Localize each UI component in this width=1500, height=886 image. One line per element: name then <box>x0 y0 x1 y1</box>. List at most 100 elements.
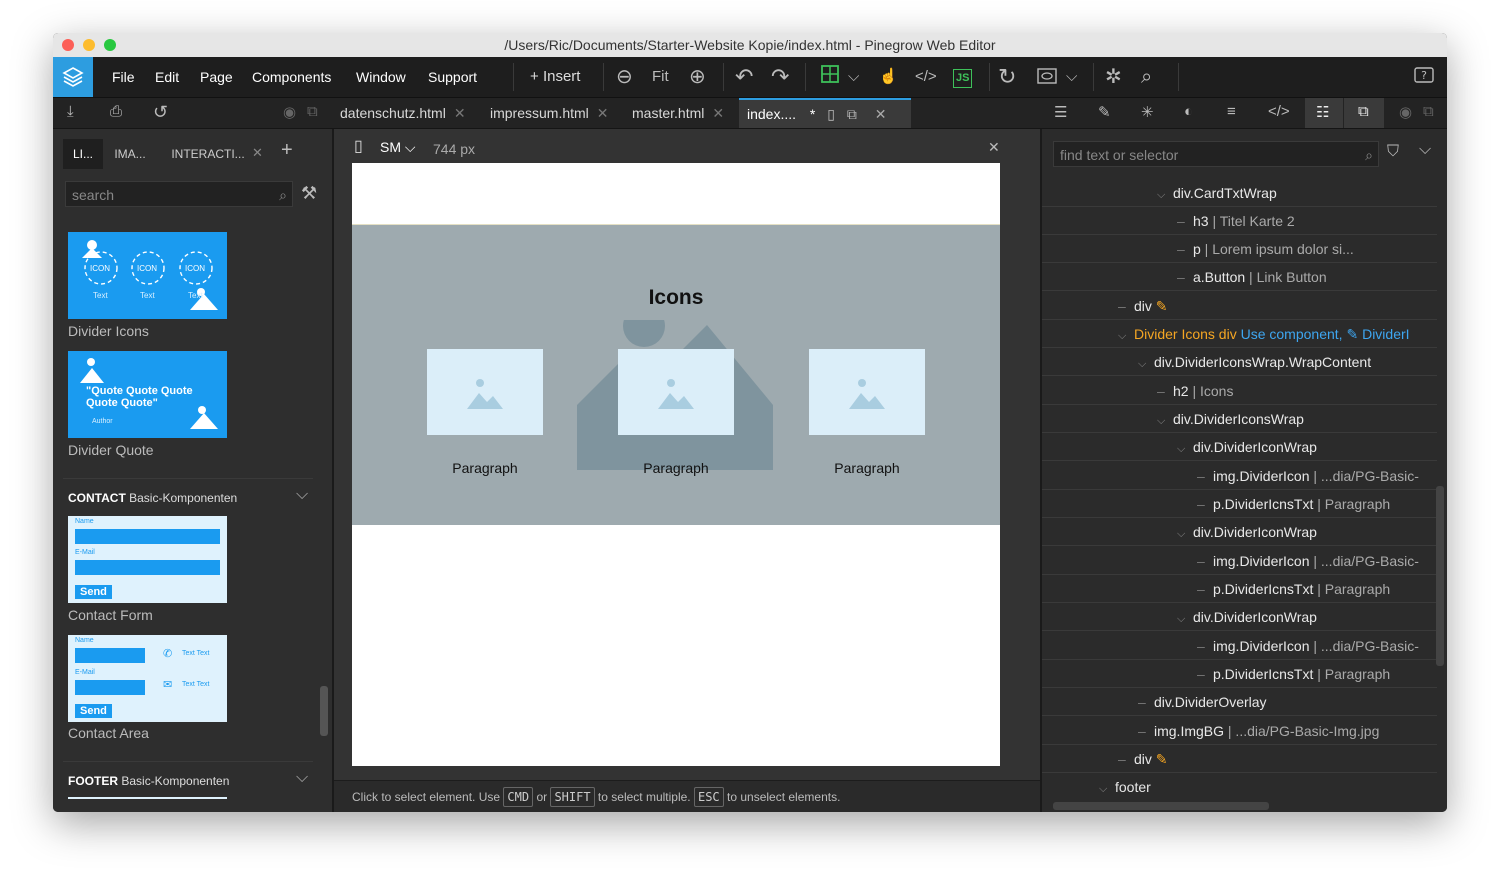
tree-node-component[interactable]: ⌵ Divider Icons div Use component, ✎ Divi… <box>1042 320 1437 348</box>
tree-node[interactable]: ⌵ div.DividerIconWrap <box>1042 518 1437 546</box>
tab-interactions[interactable]: INTERACTI... <box>163 139 253 169</box>
component-thumb-contact-form[interactable]: Name E-Mail Send <box>68 516 227 603</box>
section-header-footer[interactable]: FOOTER Basic-Komponenten <box>68 774 229 788</box>
icon-paragraph[interactable]: Paragraph <box>427 460 543 476</box>
filter-icon[interactable]: ⛉ <box>1387 143 1399 161</box>
tree-scrollbar-thumb[interactable] <box>1436 486 1444 666</box>
tab-master[interactable]: master.html ✕ <box>632 98 724 128</box>
palette-icon[interactable]: ◐ <box>1184 103 1193 120</box>
tree-node[interactable]: – h3 | Titel Karte 2 <box>1042 207 1437 235</box>
zoom-out-icon[interactable]: ⊖ <box>616 65 633 89</box>
close-tab-icon[interactable]: ✕ <box>875 106 887 122</box>
search-icon[interactable]: ⌕ <box>1141 65 1152 89</box>
close-tab-icon[interactable]: ✕ <box>454 105 466 121</box>
page-import-icon[interactable]: ⤓ <box>67 103 74 120</box>
tree-node[interactable]: ⌵ div.CardTxtWrap <box>1042 179 1437 207</box>
tree-horizontal-scrollbar[interactable] <box>1053 802 1269 810</box>
interaction-hand-icon[interactable]: ☝ <box>879 65 898 89</box>
tree-node[interactable]: ⌵ div.DividerIconsWrap.WrapContent <box>1042 348 1437 376</box>
icon-image-placeholder[interactable] <box>618 349 734 435</box>
undo-icon[interactable]: ↶ <box>735 65 753 89</box>
tree-node[interactable]: ⌵ footer <box>1042 773 1437 801</box>
tab-index[interactable]: index.... * ▯ ⧉ ✕ <box>739 98 911 128</box>
chevron-down-icon[interactable]: ⌵ <box>1066 65 1077 89</box>
tree-view-icon[interactable]: ☷ <box>1316 103 1329 121</box>
tree-search-input[interactable]: find text or selector ⌕ <box>1053 141 1379 167</box>
component-name-link[interactable]: DividerI <box>1362 326 1409 342</box>
help-icon[interactable]: ? <box>1413 65 1435 95</box>
settings-wheel-icon[interactable]: ✲ <box>1105 65 1122 89</box>
tools-icon[interactable]: ⚒ <box>301 183 317 204</box>
tree-node[interactable]: – img.DividerIcon | ...dia/PG-Basic- <box>1042 547 1437 575</box>
eye-icon[interactable]: ◉ <box>283 103 296 121</box>
menu-file[interactable]: File <box>112 57 135 97</box>
close-tab-icon[interactable]: ✕ <box>252 145 263 161</box>
edit-pencil-icon[interactable]: ✎ <box>1156 751 1168 767</box>
pinegrow-logo-icon[interactable] <box>53 57 93 97</box>
library-icon[interactable]: ⧉ <box>1358 103 1369 120</box>
reload-icon[interactable]: ↺ <box>153 102 168 123</box>
divider-icons-section[interactable]: Icons Paragraph Paragraph Paragraph <box>352 224 1000 525</box>
close-tab-icon[interactable]: ✕ <box>712 105 724 121</box>
icon-image-placeholder[interactable] <box>809 349 925 435</box>
tree-node[interactable]: – a.Button | Link Button <box>1042 263 1437 291</box>
tree-node[interactable]: – div.DividerOverlay <box>1042 688 1437 716</box>
tree-node[interactable]: – p.DividerIcnsTxt | Paragraph <box>1042 660 1437 688</box>
tab-images[interactable]: IMA... <box>106 139 154 169</box>
code-icon[interactable]: </> <box>915 65 937 89</box>
js-icon[interactable]: JS <box>953 65 973 89</box>
menu-page[interactable]: Page <box>200 57 233 97</box>
tree-node[interactable]: ⌵ div.DividerIconsWrap <box>1042 405 1437 433</box>
device-icon[interactable]: ▯ <box>827 106 835 122</box>
copy-icon[interactable]: ⧉ <box>1423 103 1434 120</box>
tree-node[interactable]: – img.DividerIcon | ...dia/PG-Basic- <box>1042 632 1437 660</box>
tree-node[interactable]: ⌵ div.DividerIconWrap <box>1042 433 1437 461</box>
code-view-icon[interactable]: </> <box>1268 103 1290 120</box>
tree-node[interactable]: – p.DividerIcnsTxt | Paragraph <box>1042 575 1437 603</box>
minimize-window-button[interactable] <box>83 39 95 51</box>
component-thumb-contact-area[interactable]: Name E-Mail Send ✆ Text Text ✉ Text Text <box>68 635 227 722</box>
component-thumb-divider-quote[interactable]: "Quote Quote Quote Quote Quote" Author <box>68 351 227 438</box>
tree-node[interactable]: – p | Lorem ipsum dolor si... <box>1042 235 1437 263</box>
add-tab-icon[interactable]: + <box>281 139 293 162</box>
menu-components[interactable]: Components <box>252 57 331 97</box>
tab-library[interactable]: LI... <box>63 139 103 169</box>
menu-edit[interactable]: Edit <box>155 57 179 97</box>
scrollbar-thumb[interactable] <box>320 686 328 736</box>
tree-node[interactable]: ⌵ div.DividerIconWrap <box>1042 603 1437 631</box>
tree-node[interactable]: – div ✎ <box>1042 745 1437 773</box>
close-window-button[interactable] <box>62 39 74 51</box>
close-canvas-icon[interactable]: ✕ <box>988 139 1000 156</box>
chevron-down-icon[interactable]: ⌵ <box>296 769 308 787</box>
tree-node[interactable]: – h2 | Icons <box>1042 377 1437 405</box>
format-icon[interactable]: ≡ <box>1227 103 1236 120</box>
menu-window[interactable]: Window <box>356 57 406 97</box>
zoom-in-icon[interactable]: ⊕ <box>689 65 706 89</box>
actions-icon[interactable]: ✳ <box>1141 103 1154 121</box>
icon-paragraph[interactable]: Paragraph <box>618 460 734 476</box>
layout-grid-icon[interactable] <box>819 63 841 93</box>
tablet-device-icon[interactable]: ▯ <box>354 136 363 156</box>
preview-eye-icon[interactable] <box>1036 65 1058 95</box>
page-preview[interactable]: Icons Paragraph Paragraph Paragraph <box>352 163 1000 766</box>
chevron-down-icon[interactable]: ⌵ <box>296 486 308 504</box>
fit-button[interactable]: Fit <box>652 65 669 89</box>
device-size-select[interactable]: SM ⌵ <box>380 139 416 156</box>
icon-paragraph[interactable]: Paragraph <box>809 460 925 476</box>
redo-icon[interactable]: ↷ <box>771 65 789 89</box>
use-component-link[interactable]: Use component, <box>1241 326 1343 342</box>
edit-pencil-icon[interactable]: ✎ <box>1156 298 1168 314</box>
refresh-icon[interactable]: ↻ <box>998 65 1016 89</box>
insert-button[interactable]: + Insert <box>530 65 580 89</box>
chevron-down-icon[interactable]: ⌵ <box>1419 141 1431 159</box>
tree-node[interactable]: – img.ImgBG | ...dia/PG-Basic-Img.jpg <box>1042 717 1437 745</box>
print-icon[interactable]: ⎙ <box>110 103 122 120</box>
component-thumb-divider-icons[interactable]: ICON ICON ICON Text Text Text <box>68 232 227 319</box>
eye-icon[interactable]: ◉ <box>1399 103 1412 121</box>
tab-datenschutz[interactable]: datenschutz.html ✕ <box>340 98 466 128</box>
library-search-input[interactable]: search ⌕ <box>65 181 293 207</box>
tree-node[interactable]: – p.DividerIcnsTxt | Paragraph <box>1042 490 1437 518</box>
tab-impressum[interactable]: impressum.html ✕ <box>490 98 609 128</box>
copy-icon[interactable]: ⧉ <box>307 103 318 120</box>
tree-node[interactable]: – div ✎ <box>1042 292 1437 320</box>
